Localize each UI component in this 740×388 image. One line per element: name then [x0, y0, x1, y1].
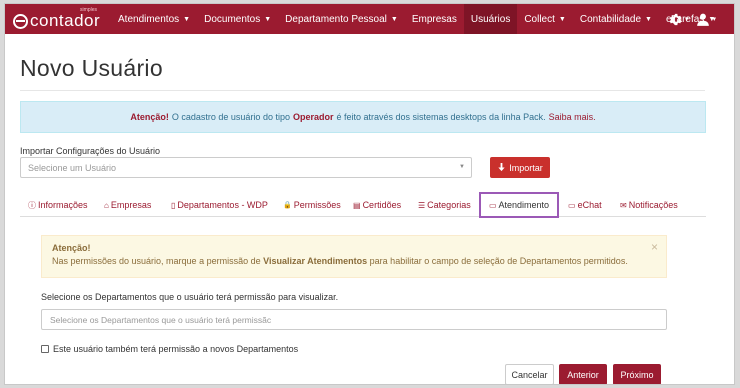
import-label: Importar Configurações do Usuário [20, 146, 161, 156]
monitor-icon: ▭ [568, 200, 576, 210]
main-nav: Atendimentos ▼ Documentos ▼ Departamento P… [111, 4, 722, 34]
nav-item-empresas[interactable]: Empresas [405, 4, 464, 34]
info-alert-text-2: é feito através dos sistemas desktops da… [336, 112, 546, 122]
departments-multiselect[interactable]: Selecione os Departamentos que o usuário… [41, 309, 667, 330]
info-icon: ⓘ [28, 200, 36, 210]
previous-button[interactable]: Anterior [559, 364, 607, 384]
home-icon: ⌂ [104, 200, 109, 210]
nav-item-departamento-pessoal[interactable]: Departamento Pessoal ▼ [278, 4, 405, 34]
nav-item-collect[interactable]: Collect ▼ [517, 4, 573, 34]
departments-placeholder: Selecione os Departamentos que o usuário… [50, 314, 272, 325]
chevron-down-icon: ▾ [684, 16, 689, 23]
page-title: Novo Usuário [20, 55, 163, 81]
logo-text: contador [30, 11, 101, 30]
chevron-down-icon: ▼ [645, 15, 652, 23]
list-icon: ☰ [418, 200, 426, 210]
building-icon: ▯ [171, 200, 176, 210]
user-tabs: ⓘ Informações ⌂ Empresas ▯ Departamentos - … [20, 192, 706, 218]
chevron-down-icon: ▾ [712, 16, 716, 23]
import-user-select-placeholder: Selecione um Usuário [28, 162, 117, 173]
info-alert-text: O cadastro de usuário do tipo [171, 112, 290, 122]
info-alert: Atenção! O cadastro de usuário do tipo O… [20, 101, 706, 133]
tab-permissoes[interactable]: 🔒 Permissões [283, 193, 341, 217]
info-alert-strong: Atenção! [130, 112, 169, 122]
warning-alert: Atenção! Nas permissões do usuário, marq… [41, 235, 667, 278]
tab-categorias[interactable]: ☰ Categorias [418, 193, 471, 217]
chevron-down-icon: ▼ [264, 15, 272, 23]
tab-echat[interactable]: ▭ eChat [568, 193, 602, 217]
download-icon [498, 163, 505, 172]
warning-text: Nas permissões do usuário, marque a perm… [52, 256, 628, 266]
import-user-select[interactable]: Selecione um Usuário ▼ [20, 157, 472, 178]
nav-right-tools: ▾ ▾ [660, 4, 716, 34]
import-button[interactable]: Importar [490, 157, 550, 178]
settings-menu[interactable]: ▾ [668, 12, 689, 27]
envelope-icon: ✉ [620, 200, 627, 210]
chevron-down-icon: ▼ [558, 15, 566, 23]
tab-notificacoes[interactable]: ✉ Notificações [620, 193, 678, 217]
new-departments-checkbox[interactable] [41, 345, 49, 353]
nav-item-atendimentos[interactable]: Atendimentos ▼ [111, 4, 197, 34]
logo-subtitle: simples [80, 7, 97, 13]
new-departments-checkbox-label: Este usuário também terá permissão a nov… [53, 344, 299, 354]
app-window: contador simples Atendimentos ▼ Documento… [4, 3, 735, 385]
brand-logo[interactable]: contador simples [13, 4, 101, 34]
logo-e-icon [13, 14, 28, 29]
user-icon [697, 13, 710, 26]
user-menu[interactable]: ▾ [696, 12, 716, 27]
nav-item-contabilidade[interactable]: Contabilidade ▼ [573, 4, 659, 34]
cancel-button[interactable]: Cancelar [505, 364, 554, 384]
monitor-icon: ▭ [488, 200, 497, 210]
nav-item-usuarios[interactable]: Usuários [463, 4, 518, 34]
chevron-down-icon: ▼ [390, 15, 398, 23]
chevron-down-icon: ▼ [459, 164, 465, 170]
close-icon[interactable]: × [651, 241, 658, 254]
next-button[interactable]: Próximo [613, 364, 661, 384]
lock-icon: 🔒 [283, 202, 292, 209]
warning-title: Atenção! [52, 243, 91, 253]
departments-label: Selecione os Departamentos que o usuário… [41, 292, 339, 302]
tab-departamentos-wdp[interactable]: ▯ Departamentos - WDP [171, 193, 268, 217]
gear-icon [669, 13, 682, 25]
chevron-down-icon: ▼ [183, 15, 191, 23]
saiba-mais-link[interactable]: Saiba mais. [549, 112, 596, 122]
info-alert-operator: Operador [292, 112, 334, 122]
title-divider [20, 90, 705, 91]
tab-informacoes[interactable]: ⓘ Informações [28, 193, 88, 217]
tab-certidoes[interactable]: ▤ Certidões [353, 193, 401, 217]
tab-atendimento[interactable]: ▭ Atendimento [479, 192, 559, 218]
document-icon: ▤ [353, 200, 361, 210]
top-navbar: contador simples Atendimentos ▼ Documento… [5, 4, 734, 34]
tab-empresas[interactable]: ⌂ Empresas [104, 193, 151, 217]
new-departments-checkbox-row[interactable]: Este usuário também terá permissão a nov… [41, 344, 298, 354]
nav-item-documentos[interactable]: Documentos ▼ [197, 4, 278, 34]
